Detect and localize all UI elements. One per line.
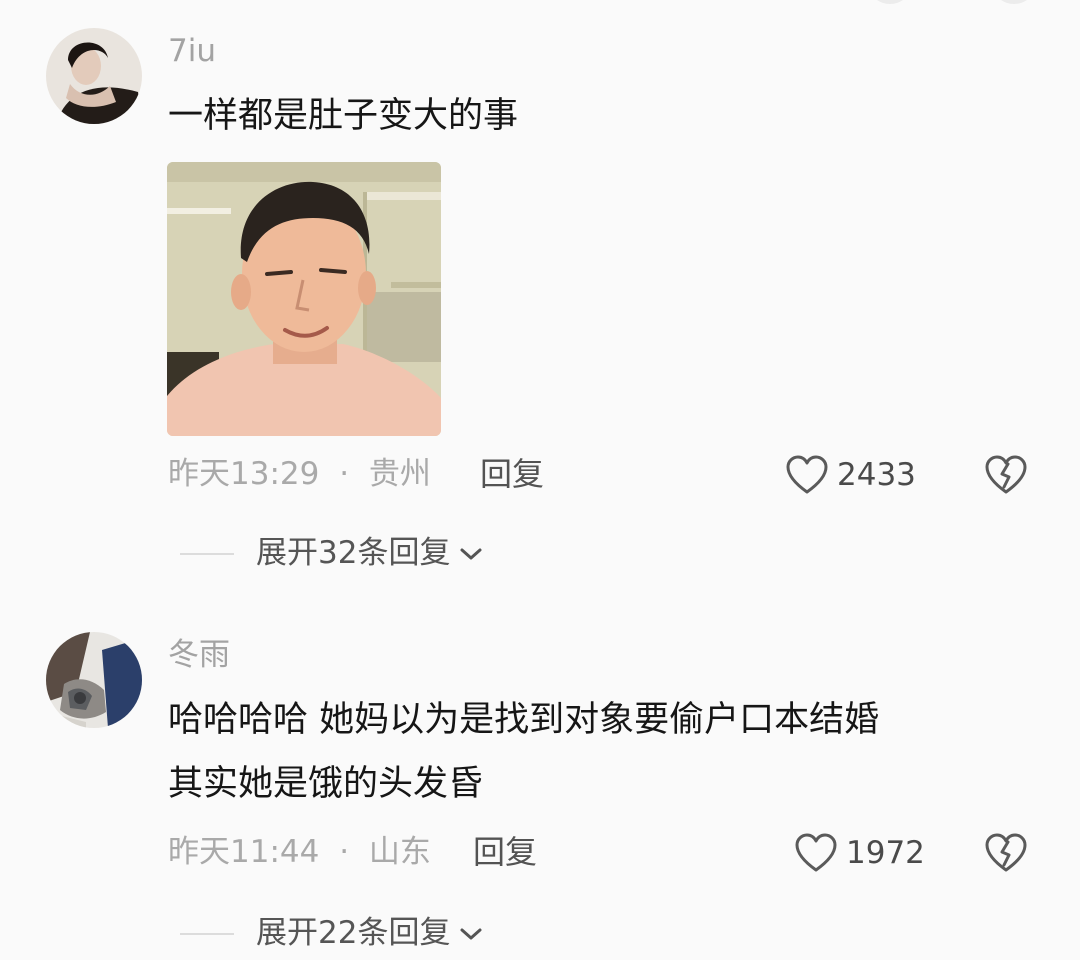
comment-meta: 昨天11:44 · 山东 <box>168 837 431 868</box>
heart-outline-icon <box>794 832 838 874</box>
chevron-down-icon <box>450 925 484 943</box>
avatar[interactable] <box>46 632 142 728</box>
comment-text-line: 哈哈哈哈 她妈以为是找到对象要偷户口本结婚 <box>168 700 880 740</box>
like-count: 1972 <box>846 834 925 871</box>
expand-replies-button[interactable]: 展开22条回复 <box>180 918 484 949</box>
comment-location: 山东 <box>368 834 431 870</box>
comment-time: 昨天11:44 <box>168 834 320 870</box>
username[interactable]: 冬雨 <box>168 640 230 671</box>
dislike-button[interactable] <box>984 832 1028 874</box>
expand-divider <box>180 932 234 935</box>
meta-separator: · <box>339 834 350 870</box>
comment-text-line: 其实她是饿的头发昏 <box>168 764 484 804</box>
broken-heart-icon <box>984 832 1028 874</box>
comment-item: 冬雨 哈哈哈哈 她妈以为是找到对象要偷户口本结婚 其实她是饿的头发昏 昨天11:… <box>0 0 1080 960</box>
like-button[interactable]: 1972 <box>794 832 925 874</box>
expand-replies-label: 展开22条回复 <box>256 915 451 951</box>
reply-button[interactable]: 回复 <box>473 836 537 868</box>
